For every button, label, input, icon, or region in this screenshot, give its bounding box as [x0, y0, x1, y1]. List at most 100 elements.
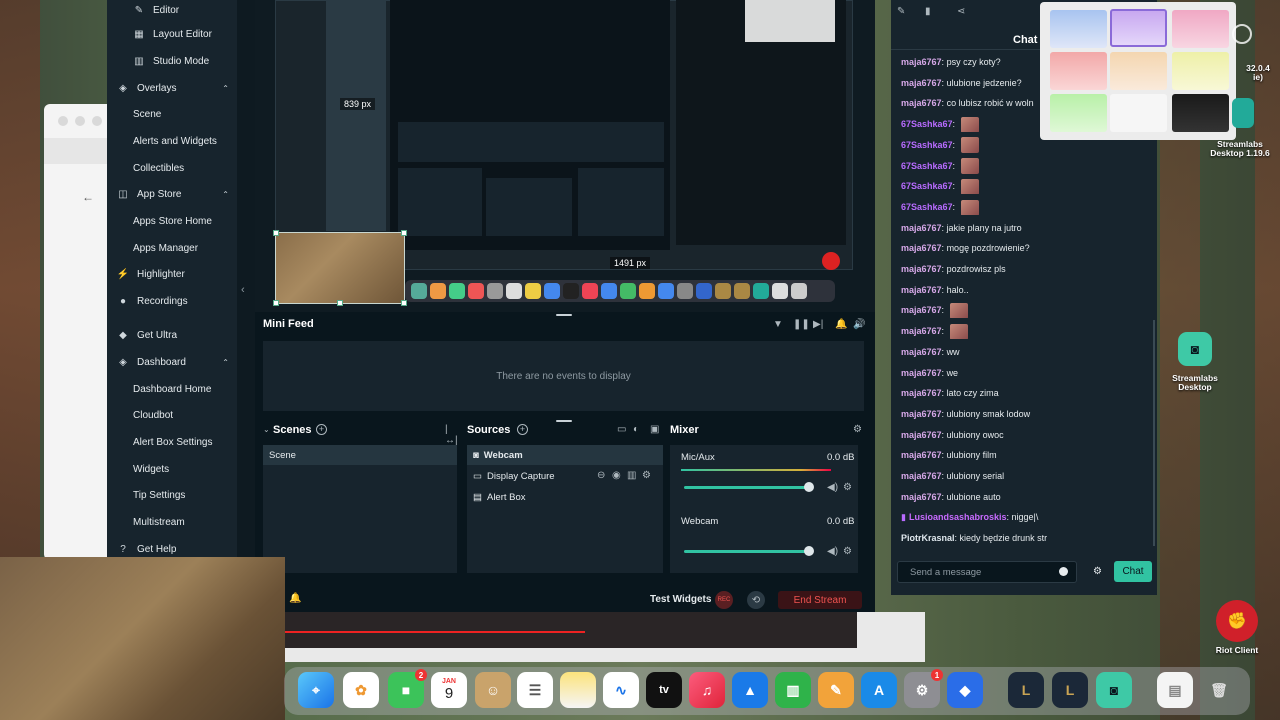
chat-username[interactable]: maja6767 [901, 347, 942, 357]
swatch-red[interactable] [1050, 52, 1107, 90]
end-stream-button[interactable]: End Stream [778, 591, 862, 609]
system-settings-icon[interactable]: ⚙ 1 [904, 669, 943, 708]
riot-client-icon[interactable]: ✊ [1216, 600, 1258, 642]
chat-username[interactable]: 67Sashka67 [901, 202, 953, 212]
chevron-down-icon[interactable]: ⌄ [263, 425, 270, 434]
chat-username[interactable]: maja6767 [901, 430, 942, 440]
volume-slider-knob[interactable] [804, 546, 814, 556]
sidebar-item-app-store[interactable]: ◫ App Store ⌃ [107, 184, 237, 204]
numbers-icon[interactable]: ▥ [775, 672, 811, 708]
sidebar-item-widgets[interactable]: Widgets [107, 459, 237, 479]
scene-transitions-icon[interactable]: |↔| [445, 424, 459, 446]
chat-username[interactable]: maja6767 [901, 285, 942, 295]
source-stack-icon[interactable]: ◐ [633, 424, 639, 435]
league-of-legends-icon[interactable]: L [1052, 672, 1088, 708]
swatch-blue[interactable] [1050, 10, 1107, 48]
chat-username[interactable]: maja6767 [901, 492, 942, 502]
sidebar-item-dashboard-home[interactable]: Dashboard Home [107, 379, 237, 399]
back-arrow-icon[interactable]: ← [82, 190, 94, 204]
sidebar-item-apps-store-home[interactable]: Apps Store Home [107, 211, 237, 231]
contacts-icon[interactable]: ☺ [475, 672, 511, 708]
chat-username[interactable]: 67Sashka67 [901, 119, 953, 129]
chat-username[interactable]: maja6767 [901, 368, 942, 378]
reminders-icon[interactable]: ☰ [517, 672, 553, 708]
streamlabs-desktop-icon[interactable]: ◙ [1178, 332, 1212, 366]
sidebar-item-alert-box-settings[interactable]: Alert Box Settings [107, 432, 237, 452]
emoji-icon[interactable] [1059, 567, 1068, 576]
sidebar-item-apps-manager[interactable]: Apps Manager [107, 238, 237, 258]
chat-username[interactable]: maja6767 [901, 305, 942, 315]
chat-username[interactable]: Lusioandsashabroskis [909, 512, 1007, 522]
add-source-icon[interactable]: + [517, 424, 528, 435]
trash-icon[interactable]: 🗑 [1201, 672, 1237, 708]
sidebar-item-overlays[interactable]: ◈ Overlays ⌃ [107, 78, 237, 98]
appletv-icon[interactable]: tv [646, 672, 682, 708]
source-settings-icon[interactable]: ▭ [617, 424, 626, 435]
chevron-up-icon[interactable]: ⌃ [222, 84, 229, 93]
sidebar-item-multistream[interactable]: Multistream [107, 512, 237, 532]
resize-handle[interactable] [556, 420, 572, 422]
notes-icon[interactable] [560, 672, 596, 708]
volume-icon[interactable]: ◀) [827, 482, 838, 493]
gear-icon[interactable]: ⚙ [843, 482, 852, 493]
sidebar-item-scene[interactable]: Scene [107, 104, 237, 124]
chat-username[interactable]: 67Sashka67 [901, 161, 953, 171]
app-store-icon[interactable]: A [861, 672, 897, 708]
swatch-black[interactable] [1172, 94, 1229, 132]
volume-slider[interactable] [684, 486, 810, 489]
roblox-icon[interactable]: ◆ [947, 672, 983, 708]
chat-username[interactable]: PiotrKrasnal [901, 533, 955, 543]
document-icon[interactable]: ▤ [1157, 672, 1193, 708]
collapse-chevron-icon[interactable]: ‹ [241, 284, 245, 296]
source-item-webcam[interactable]: ◙ Webcam [467, 445, 663, 465]
swatch-yellow[interactable] [1172, 52, 1229, 90]
swatch-pink[interactable] [1172, 10, 1229, 48]
popout-icon[interactable]: ▮ [925, 6, 931, 17]
calendar-icon[interactable]: JAN 9 [431, 672, 467, 708]
sidebar-item-highlighter[interactable]: ⚡ Highlighter [107, 264, 237, 284]
pages-icon[interactable]: ✎ [818, 672, 854, 708]
chat-username[interactable]: maja6767 [901, 78, 942, 88]
keynote-icon[interactable]: ▲ [732, 672, 768, 708]
source-item-display-capture[interactable]: ▭ Display Capture ⊖ ◉ ▥ ⚙ [467, 466, 663, 486]
chat-username[interactable]: maja6767 [901, 264, 942, 274]
league-of-legends-icon[interactable]: L [1008, 672, 1044, 708]
chat-input[interactable]: Send a message [897, 561, 1077, 583]
replay-buffer-icon[interactable]: ⟲ [747, 591, 765, 609]
chat-username[interactable]: maja6767 [901, 388, 942, 398]
chat-username[interactable]: maja6767 [901, 98, 942, 108]
sidebar-item-recordings[interactable]: ● Recordings [107, 291, 237, 311]
facetime-icon[interactable]: ■ 2 [388, 669, 427, 708]
lock-icon[interactable]: ⊖ [597, 470, 605, 481]
chat-username[interactable]: maja6767 [901, 326, 942, 336]
pencil-icon[interactable]: ✎ [897, 6, 905, 17]
music-icon[interactable]: ♫ [689, 672, 725, 708]
sidebar-item-studio-mode[interactable]: ▥ Studio Mode [107, 51, 237, 71]
swatch-white[interactable] [1110, 94, 1167, 132]
volume-slider-knob[interactable] [804, 482, 814, 492]
chat-scrollbar[interactable] [1153, 320, 1155, 546]
bell-icon[interactable]: 🔔 [289, 593, 301, 604]
sidebar-item-alerts-and-widgets[interactable]: Alerts and Widgets [107, 131, 237, 151]
swatch-peach[interactable] [1110, 52, 1167, 90]
chat-username[interactable]: maja6767 [901, 57, 942, 67]
sidebar-item-tip-settings[interactable]: Tip Settings [107, 485, 237, 505]
pause-icon[interactable]: ❚❚ [793, 319, 810, 330]
trash-icon[interactable]: ▥ [627, 470, 636, 481]
skip-icon[interactable]: ▶| [813, 319, 823, 330]
swatch-green[interactable] [1050, 94, 1107, 132]
scene-item[interactable]: Scene [263, 445, 457, 465]
gear-icon[interactable]: ⚙ [853, 424, 862, 435]
chat-username[interactable]: maja6767 [901, 471, 942, 481]
add-scene-icon[interactable]: + [316, 424, 327, 435]
chat-username[interactable]: 67Sashka67 [901, 140, 953, 150]
chevron-up-icon[interactable]: ⌃ [222, 358, 229, 367]
volume-icon[interactable]: ◀) [827, 546, 838, 557]
sidebar-item-get-help[interactable]: ? Get Help [107, 539, 237, 559]
sidebar-item-editor[interactable]: ✎ Editor [107, 0, 237, 20]
webcam-source-frame[interactable] [273, 230, 407, 306]
chat-send-button[interactable]: Chat [1114, 561, 1152, 582]
volume-icon[interactable]: 🔊 [853, 319, 865, 330]
chat-username[interactable]: maja6767 [901, 223, 942, 233]
photos-icon[interactable]: ✿ [343, 672, 379, 708]
